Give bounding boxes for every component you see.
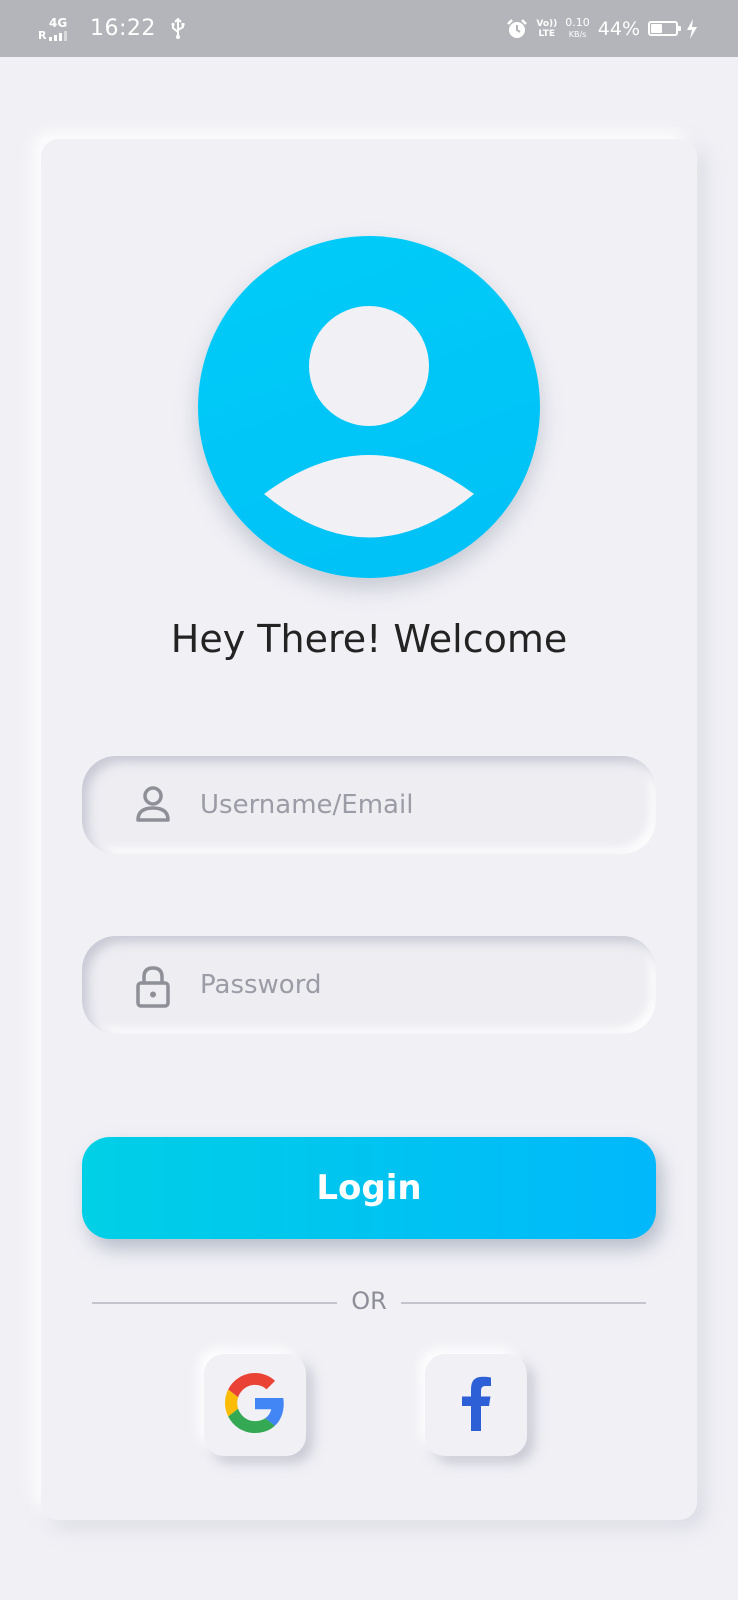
lock-icon: [134, 965, 172, 1008]
password-input[interactable]: [200, 936, 630, 1034]
username-input[interactable]: [200, 756, 630, 854]
signal-bars-icon: [49, 30, 67, 41]
password-field[interactable]: [82, 936, 656, 1034]
facebook-login-button[interactable]: [425, 1354, 527, 1456]
network-type: 4G: [49, 15, 68, 30]
divider-line-right: [401, 1302, 646, 1304]
avatar-icon: [198, 236, 540, 578]
login-button[interactable]: Login: [82, 1137, 656, 1239]
username-field[interactable]: [82, 756, 656, 854]
usb-icon: [170, 17, 186, 40]
roaming-indicator: R: [38, 28, 47, 42]
charging-icon: [686, 18, 698, 39]
battery-fill: [651, 24, 662, 33]
battery-percent: 44%: [597, 17, 640, 40]
status-bar: R 4G 16:22 Vo)) LTE 0.10 KB/s 44%: [0, 0, 738, 57]
battery-icon: [648, 21, 681, 36]
or-divider: OR: [92, 1287, 646, 1317]
status-left: R 4G 16:22: [38, 0, 186, 57]
or-label: OR: [351, 1287, 387, 1315]
google-icon: [225, 1373, 285, 1437]
signal-indicator: R 4G: [38, 14, 82, 44]
welcome-heading: Hey There! Welcome: [170, 617, 568, 661]
volte-bottom: LTE: [538, 28, 556, 39]
alarm-icon: [506, 18, 528, 40]
speed-value: 0.10: [565, 15, 590, 29]
login-card: Hey There! Welcome Login OR: [41, 139, 697, 1520]
google-login-button[interactable]: [204, 1354, 306, 1456]
speed-unit: KB/s: [568, 29, 587, 39]
volte-indicator: Vo)) LTE: [536, 19, 557, 39]
volte-top: Vo)): [536, 18, 558, 29]
facebook-icon: [456, 1375, 496, 1435]
user-icon: [134, 785, 172, 825]
status-right: Vo)) LTE 0.10 KB/s 44%: [506, 0, 698, 57]
network-speed: 0.10 KB/s: [565, 15, 590, 41]
clock: 16:22: [90, 16, 156, 41]
